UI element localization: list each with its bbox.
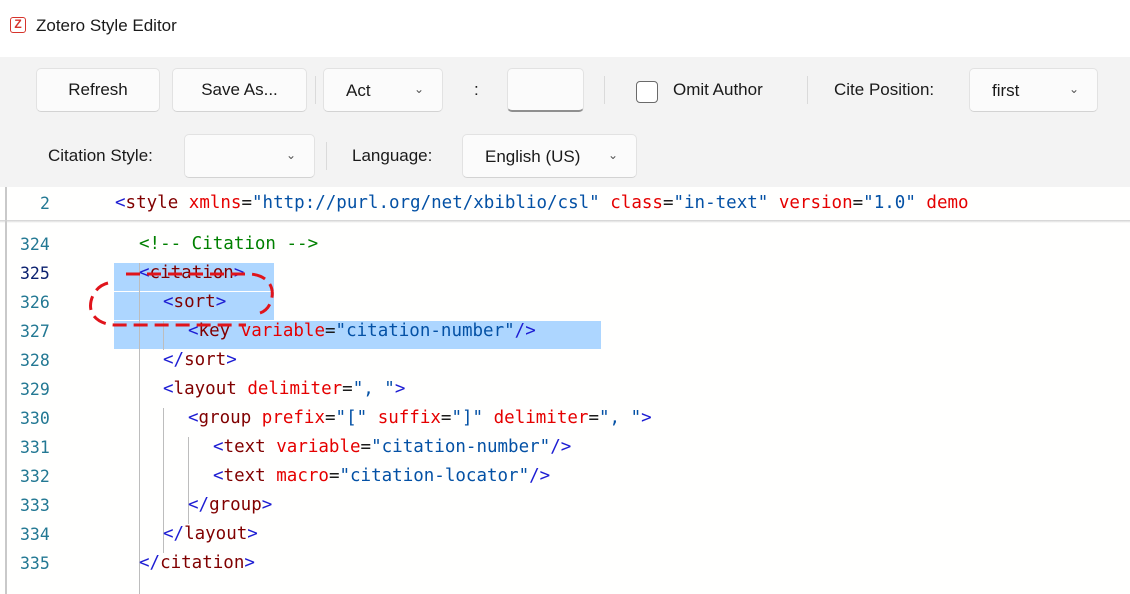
toolbar: Refresh Save As... Act ⌄ : Omit Author C… (0, 57, 1130, 187)
cite-position-value: first (992, 81, 1020, 100)
chevron-down-icon: ⌄ (413, 82, 424, 96)
omit-author-label: Omit Author (673, 80, 763, 99)
locator-input[interactable] (507, 68, 584, 112)
window-title: Zotero Style Editor (36, 16, 177, 35)
chevron-down-icon: ⌄ (607, 148, 618, 162)
cite-position-select[interactable]: first ⌄ (969, 68, 1098, 112)
citation-style-select[interactable]: ⌄ (184, 134, 315, 178)
toolbar-separator (315, 76, 316, 104)
locator-type-value: Act (346, 81, 371, 100)
dashed-annotation-marker (89, 272, 274, 327)
toolbar-separator (604, 76, 605, 104)
cite-position-label: Cite Position: (834, 80, 935, 99)
title-bar: Z Zotero Style Editor (0, 0, 1130, 57)
omit-author-checkbox[interactable] (636, 81, 658, 103)
save-as-button[interactable]: Save As... (172, 68, 307, 112)
toolbar-separator (326, 142, 327, 170)
locator-colon: : (474, 80, 479, 99)
locator-type-select[interactable]: Act ⌄ (323, 68, 443, 112)
language-label: Language: (352, 146, 433, 165)
zotero-app-icon: Z (10, 17, 26, 33)
language-value: English (US) (485, 147, 581, 166)
refresh-button[interactable]: Refresh (36, 68, 160, 112)
chevron-down-icon: ⌄ (285, 148, 296, 162)
citation-style-label: Citation Style: (48, 146, 153, 165)
code-editor[interactable]: 2 <style xmlns="http://purl.org/net/xbib… (0, 187, 1130, 594)
toolbar-separator (807, 76, 808, 104)
language-select[interactable]: English (US) ⌄ (462, 134, 637, 178)
chevron-down-icon: ⌄ (1068, 82, 1079, 96)
